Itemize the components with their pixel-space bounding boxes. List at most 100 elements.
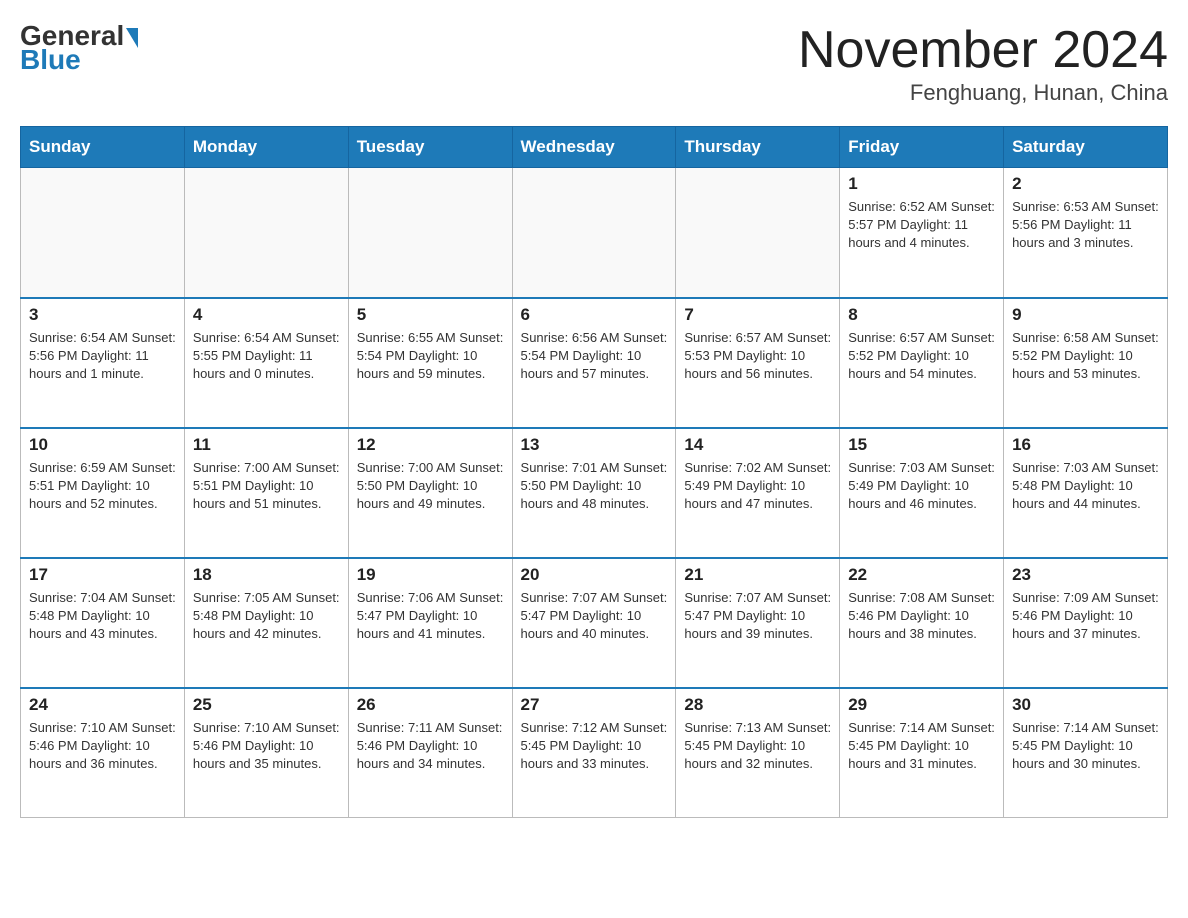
day-info: Sunrise: 6:57 AM Sunset: 5:52 PM Dayligh… xyxy=(848,329,995,384)
day-number: 18 xyxy=(193,565,340,585)
day-number: 11 xyxy=(193,435,340,455)
day-number: 16 xyxy=(1012,435,1159,455)
calendar-header-friday: Friday xyxy=(840,127,1004,168)
calendar-week-4: 17 Sunrise: 7:04 AM Sunset: 5:48 PM Dayli… xyxy=(21,558,1168,688)
calendar-cell xyxy=(21,168,185,298)
day-number: 2 xyxy=(1012,174,1159,194)
location-subtitle: Fenghuang, Hunan, China xyxy=(798,80,1168,106)
calendar-header-row: SundayMondayTuesdayWednesdayThursdayFrid… xyxy=(21,127,1168,168)
day-number: 4 xyxy=(193,305,340,325)
calendar-cell: 18Sunrise: 7:05 AM Sunset: 5:48 PM Dayli… xyxy=(184,558,348,688)
calendar-table: SundayMondayTuesdayWednesdayThursdayFrid… xyxy=(20,126,1168,818)
calendar-cell: 17 Sunrise: 7:04 AM Sunset: 5:48 PM Dayli… xyxy=(21,558,185,688)
day-info: Sunrise: 7:10 AM Sunset: 5:46 PM Dayligh… xyxy=(193,719,340,774)
calendar-cell: 2 Sunrise: 6:53 AM Sunset: 5:56 PM Daylig… xyxy=(1004,168,1168,298)
calendar-cell: 19 Sunrise: 7:06 AM Sunset: 5:47 PM Dayli… xyxy=(348,558,512,688)
calendar-cell: 4 Sunrise: 6:54 AM Sunset: 5:55 PM Daylig… xyxy=(184,298,348,428)
day-number: 24 xyxy=(29,695,176,715)
calendar-week-2: 3 Sunrise: 6:54 AM Sunset: 5:56 PM Daylig… xyxy=(21,298,1168,428)
calendar-cell: 13 Sunrise: 7:01 AM Sunset: 5:50 PM Dayli… xyxy=(512,428,676,558)
day-number: 7 xyxy=(684,305,831,325)
day-info: Sunrise: 6:57 AM Sunset: 5:53 PM Dayligh… xyxy=(684,329,831,384)
day-number: 26 xyxy=(357,695,504,715)
logo-arrow-icon xyxy=(126,28,138,48)
logo: General Blue xyxy=(20,20,138,76)
calendar-cell: 28Sunrise: 7:13 AM Sunset: 5:45 PM Dayli… xyxy=(676,688,840,818)
calendar-cell: 5 Sunrise: 6:55 AM Sunset: 5:54 PM Daylig… xyxy=(348,298,512,428)
day-number: 10 xyxy=(29,435,176,455)
title-section: November 2024 Fenghuang, Hunan, China xyxy=(798,20,1168,106)
day-info: Sunrise: 7:03 AM Sunset: 5:48 PM Dayligh… xyxy=(1012,459,1159,514)
calendar-cell: 30Sunrise: 7:14 AM Sunset: 5:45 PM Dayli… xyxy=(1004,688,1168,818)
calendar-cell: 23 Sunrise: 7:09 AM Sunset: 5:46 PM Dayli… xyxy=(1004,558,1168,688)
day-info: Sunrise: 7:04 AM Sunset: 5:48 PM Dayligh… xyxy=(29,589,176,644)
day-info: Sunrise: 7:00 AM Sunset: 5:51 PM Dayligh… xyxy=(193,459,340,514)
day-number: 17 xyxy=(29,565,176,585)
calendar-cell: 29 Sunrise: 7:14 AM Sunset: 5:45 PM Dayli… xyxy=(840,688,1004,818)
calendar-week-5: 24 Sunrise: 7:10 AM Sunset: 5:46 PM Dayli… xyxy=(21,688,1168,818)
day-info: Sunrise: 7:11 AM Sunset: 5:46 PM Dayligh… xyxy=(357,719,504,774)
day-info: Sunrise: 6:54 AM Sunset: 5:56 PM Dayligh… xyxy=(29,329,176,384)
day-info: Sunrise: 6:55 AM Sunset: 5:54 PM Dayligh… xyxy=(357,329,504,384)
calendar-header-saturday: Saturday xyxy=(1004,127,1168,168)
page-header: General Blue November 2024 Fenghuang, Hu… xyxy=(20,20,1168,106)
day-info: Sunrise: 6:54 AM Sunset: 5:55 PM Dayligh… xyxy=(193,329,340,384)
day-number: 27 xyxy=(521,695,668,715)
calendar-cell: 14 Sunrise: 7:02 AM Sunset: 5:49 PM Dayli… xyxy=(676,428,840,558)
calendar-cell: 9 Sunrise: 6:58 AM Sunset: 5:52 PM Daylig… xyxy=(1004,298,1168,428)
day-info: Sunrise: 6:59 AM Sunset: 5:51 PM Dayligh… xyxy=(29,459,176,514)
day-number: 21 xyxy=(684,565,831,585)
calendar-cell: 7 Sunrise: 6:57 AM Sunset: 5:53 PM Daylig… xyxy=(676,298,840,428)
day-number: 20 xyxy=(521,565,668,585)
day-number: 19 xyxy=(357,565,504,585)
day-number: 29 xyxy=(848,695,995,715)
calendar-header-monday: Monday xyxy=(184,127,348,168)
day-info: Sunrise: 7:07 AM Sunset: 5:47 PM Dayligh… xyxy=(521,589,668,644)
calendar-cell xyxy=(348,168,512,298)
day-number: 1 xyxy=(848,174,995,194)
day-number: 5 xyxy=(357,305,504,325)
day-info: Sunrise: 7:14 AM Sunset: 5:45 PM Dayligh… xyxy=(848,719,995,774)
calendar-cell: 10 Sunrise: 6:59 AM Sunset: 5:51 PM Dayli… xyxy=(21,428,185,558)
day-number: 6 xyxy=(521,305,668,325)
month-title: November 2024 xyxy=(798,20,1168,80)
day-info: Sunrise: 7:10 AM Sunset: 5:46 PM Dayligh… xyxy=(29,719,176,774)
calendar-cell: 25 Sunrise: 7:10 AM Sunset: 5:46 PM Dayli… xyxy=(184,688,348,818)
day-info: Sunrise: 7:13 AM Sunset: 5:45 PM Dayligh… xyxy=(684,719,831,774)
calendar-header-wednesday: Wednesday xyxy=(512,127,676,168)
calendar-cell: 20 Sunrise: 7:07 AM Sunset: 5:47 PM Dayli… xyxy=(512,558,676,688)
calendar-cell: 22Sunrise: 7:08 AM Sunset: 5:46 PM Dayli… xyxy=(840,558,1004,688)
calendar-header-tuesday: Tuesday xyxy=(348,127,512,168)
calendar-cell: 6 Sunrise: 6:56 AM Sunset: 5:54 PM Daylig… xyxy=(512,298,676,428)
day-number: 30 xyxy=(1012,695,1159,715)
day-number: 13 xyxy=(521,435,668,455)
calendar-cell: 27 Sunrise: 7:12 AM Sunset: 5:45 PM Dayli… xyxy=(512,688,676,818)
day-number: 25 xyxy=(193,695,340,715)
logo-blue-text: Blue xyxy=(20,44,81,76)
calendar-header-sunday: Sunday xyxy=(21,127,185,168)
day-info: Sunrise: 7:02 AM Sunset: 5:49 PM Dayligh… xyxy=(684,459,831,514)
calendar-header-thursday: Thursday xyxy=(676,127,840,168)
day-number: 14 xyxy=(684,435,831,455)
calendar-cell: 8 Sunrise: 6:57 AM Sunset: 5:52 PM Daylig… xyxy=(840,298,1004,428)
day-info: Sunrise: 7:09 AM Sunset: 5:46 PM Dayligh… xyxy=(1012,589,1159,644)
day-info: Sunrise: 7:12 AM Sunset: 5:45 PM Dayligh… xyxy=(521,719,668,774)
day-info: Sunrise: 7:07 AM Sunset: 5:47 PM Dayligh… xyxy=(684,589,831,644)
day-info: Sunrise: 7:03 AM Sunset: 5:49 PM Dayligh… xyxy=(848,459,995,514)
day-info: Sunrise: 6:56 AM Sunset: 5:54 PM Dayligh… xyxy=(521,329,668,384)
day-number: 15 xyxy=(848,435,995,455)
calendar-cell: 21 Sunrise: 7:07 AM Sunset: 5:47 PM Dayli… xyxy=(676,558,840,688)
day-info: Sunrise: 7:06 AM Sunset: 5:47 PM Dayligh… xyxy=(357,589,504,644)
calendar-cell xyxy=(184,168,348,298)
calendar-cell: 1Sunrise: 6:52 AM Sunset: 5:57 PM Daylig… xyxy=(840,168,1004,298)
day-info: Sunrise: 7:01 AM Sunset: 5:50 PM Dayligh… xyxy=(521,459,668,514)
day-number: 8 xyxy=(848,305,995,325)
calendar-week-3: 10 Sunrise: 6:59 AM Sunset: 5:51 PM Dayli… xyxy=(21,428,1168,558)
day-number: 3 xyxy=(29,305,176,325)
day-number: 23 xyxy=(1012,565,1159,585)
calendar-cell xyxy=(512,168,676,298)
day-info: Sunrise: 6:53 AM Sunset: 5:56 PM Dayligh… xyxy=(1012,198,1159,253)
calendar-week-1: 1Sunrise: 6:52 AM Sunset: 5:57 PM Daylig… xyxy=(21,168,1168,298)
day-number: 9 xyxy=(1012,305,1159,325)
day-info: Sunrise: 6:58 AM Sunset: 5:52 PM Dayligh… xyxy=(1012,329,1159,384)
